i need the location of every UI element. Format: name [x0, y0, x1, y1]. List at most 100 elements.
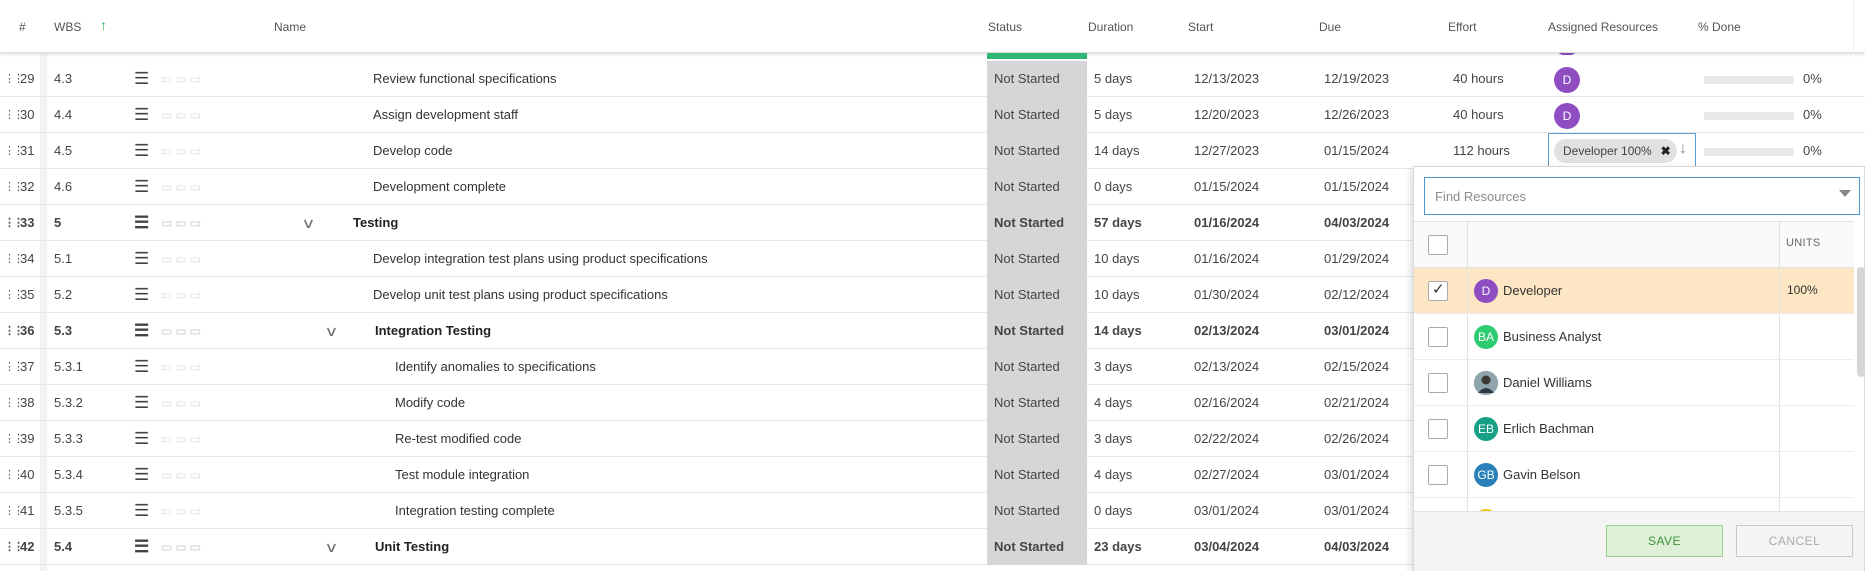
start-cell[interactable]: 12/13/2023 — [1194, 61, 1259, 97]
row-actions-icons[interactable]: ▭▭▭ — [161, 169, 221, 205]
duration-cell[interactable]: 10 days — [1094, 277, 1140, 313]
start-cell[interactable]: 01/15/2024 — [1194, 169, 1259, 205]
resource-row[interactable]: Daniel Williams — [1414, 360, 1854, 406]
arrow-down-icon[interactable]: ↓ — [1679, 140, 1687, 158]
due-cell[interactable]: 02/15/2024 — [1324, 349, 1389, 385]
status-cell[interactable]: Not Started — [987, 529, 1087, 565]
task-name[interactable]: Identify anomalies to specifications — [395, 349, 596, 385]
col-duration-header[interactable]: Duration — [1088, 20, 1133, 34]
start-cell[interactable]: 02/13/2024 — [1194, 313, 1259, 349]
status-cell[interactable]: Not Started — [987, 205, 1087, 241]
collapse-chevron-icon[interactable]: ∨ — [324, 313, 344, 349]
status-cell[interactable]: Not Started — [987, 169, 1087, 205]
duration-cell[interactable]: 14 days — [1094, 313, 1142, 349]
row-menu-icon[interactable]: ☰ — [134, 529, 150, 565]
row-actions-icons[interactable]: ▭▭▭ — [161, 133, 221, 169]
task-name[interactable]: Modify code — [395, 385, 465, 421]
row-menu-icon[interactable]: ☰ — [134, 457, 150, 493]
row-actions-icons[interactable]: ▭▭▭ — [161, 349, 221, 385]
row-menu-icon[interactable]: ☰ — [134, 205, 150, 241]
row-actions-icons[interactable]: ▭▭▭ — [161, 493, 221, 529]
percent-done-cell[interactable]: 0% — [1803, 97, 1822, 133]
resource-checkbox[interactable] — [1428, 373, 1448, 393]
drag-handle-icon[interactable]: ⋮⋮ — [4, 169, 24, 205]
row-actions-icons[interactable]: ▭▭▭ — [161, 205, 221, 241]
row-menu-icon[interactable]: ☰ — [134, 277, 150, 313]
duration-cell[interactable]: 57 days — [1094, 205, 1142, 241]
duration-cell[interactable]: 0 days — [1094, 493, 1132, 529]
col-assigned-header[interactable]: Assigned Resources — [1548, 20, 1658, 34]
due-cell[interactable]: 02/12/2024 — [1324, 277, 1389, 313]
resource-chip[interactable]: Developer 100% ✖ — [1554, 139, 1677, 163]
resource-row[interactable]: GB Gavin Belson — [1414, 452, 1854, 498]
row-menu-icon[interactable]: ☰ — [134, 97, 150, 133]
drag-handle-icon[interactable]: ⋮⋮ — [4, 133, 24, 169]
drag-handle-icon[interactable]: ⋮⋮ — [4, 421, 24, 457]
task-name[interactable]: Develop code — [373, 133, 453, 169]
drag-handle-icon[interactable]: ⋮⋮ — [4, 241, 24, 277]
drag-handle-icon[interactable]: ⋮⋮ — [4, 277, 24, 313]
due-cell[interactable]: 01/29/2024 — [1324, 241, 1389, 277]
row-actions-icons[interactable]: ▭▭▭ — [161, 457, 221, 493]
due-cell[interactable]: 04/03/2024 — [1324, 529, 1389, 565]
start-cell[interactable]: 02/27/2024 — [1194, 457, 1259, 493]
drag-handle-icon[interactable]: ⋮⋮ — [4, 349, 24, 385]
due-cell[interactable]: 01/15/2024 — [1324, 133, 1389, 169]
start-cell[interactable]: 02/22/2024 — [1194, 421, 1259, 457]
row-menu-icon[interactable]: ☰ — [134, 313, 150, 349]
row-menu-icon[interactable]: ☰ — [134, 421, 150, 457]
row-actions-icons[interactable]: ▭▭▭ — [161, 421, 221, 457]
remove-chip-icon[interactable]: ✖ — [1661, 139, 1671, 163]
status-cell[interactable]: Not Started — [987, 349, 1087, 385]
task-name[interactable]: Re-test modified code — [395, 421, 521, 457]
avatar[interactable]: D — [1554, 103, 1580, 129]
duration-cell[interactable]: 4 days — [1094, 385, 1132, 421]
task-name[interactable]: Integration testing complete — [395, 493, 555, 529]
col-name-header[interactable]: Name — [274, 20, 306, 34]
due-cell[interactable]: 04/03/2024 — [1324, 205, 1389, 241]
row-actions-icons[interactable]: ▭▭▭ — [161, 385, 221, 421]
find-resources-field[interactable] — [1424, 177, 1860, 215]
duration-cell[interactable]: 5 days — [1094, 61, 1132, 97]
start-cell[interactable]: 01/16/2024 — [1194, 241, 1259, 277]
effort-cell[interactable]: 112 hours — [1453, 133, 1510, 169]
duration-cell[interactable]: 5 days — [1094, 97, 1132, 133]
drag-handle-icon[interactable]: ⋮⋮ — [4, 529, 24, 565]
task-name[interactable]: Integration Testing — [375, 313, 491, 349]
col-effort-header[interactable]: Effort — [1448, 20, 1476, 34]
duration-cell[interactable]: 3 days — [1094, 349, 1132, 385]
resource-checkbox[interactable]: ✓ — [1428, 281, 1448, 301]
col-done-header[interactable]: % Done — [1698, 20, 1741, 34]
status-cell[interactable]: Not Started — [987, 421, 1087, 457]
start-cell[interactable]: 12/20/2023 — [1194, 97, 1259, 133]
save-button[interactable]: SAVE — [1606, 525, 1723, 557]
due-cell[interactable]: 02/21/2024 — [1324, 385, 1389, 421]
percent-done-cell[interactable]: 0% — [1803, 61, 1822, 97]
col-start-header[interactable]: Start — [1188, 20, 1213, 34]
start-cell[interactable]: 02/16/2024 — [1194, 385, 1259, 421]
effort-cell[interactable]: 40 hours — [1453, 97, 1504, 133]
status-cell[interactable]: Not Started — [987, 493, 1087, 529]
start-cell[interactable]: 12/27/2023 — [1194, 133, 1259, 169]
task-name[interactable]: Assign development staff — [373, 97, 518, 133]
due-cell[interactable]: 03/01/2024 — [1324, 457, 1389, 493]
drag-handle-icon[interactable]: ⋮⋮ — [4, 61, 24, 97]
task-name[interactable]: Test module integration — [395, 457, 529, 493]
col-due-header[interactable]: Due — [1319, 20, 1341, 34]
status-cell[interactable]: Not Started — [987, 61, 1087, 97]
resource-checkbox[interactable] — [1428, 465, 1448, 485]
task-name[interactable]: Review functional specifications — [373, 61, 557, 97]
due-cell[interactable]: 02/26/2024 — [1324, 421, 1389, 457]
table-row[interactable]: ⋮⋮ 30 4.4 ☰ ▭▭▭ Assign development staff… — [0, 97, 1865, 133]
status-cell[interactable]: Not Started — [987, 277, 1087, 313]
status-cell[interactable]: Not Started — [987, 97, 1087, 133]
resource-row[interactable]: EB Erlich Bachman — [1414, 406, 1854, 452]
sort-ascending-icon[interactable]: ↑ — [100, 17, 107, 33]
drag-handle-icon[interactable]: ⋮⋮ — [4, 97, 24, 133]
status-cell[interactable]: Not Started — [987, 457, 1087, 493]
drag-handle-icon[interactable]: ⋮⋮ — [4, 313, 24, 349]
row-menu-icon[interactable]: ☰ — [134, 349, 150, 385]
drag-handle-icon[interactable]: ⋮⋮ — [4, 385, 24, 421]
status-cell[interactable]: Not Started — [987, 313, 1087, 349]
resource-row[interactable]: ✓ D Developer 100% — [1414, 268, 1854, 314]
